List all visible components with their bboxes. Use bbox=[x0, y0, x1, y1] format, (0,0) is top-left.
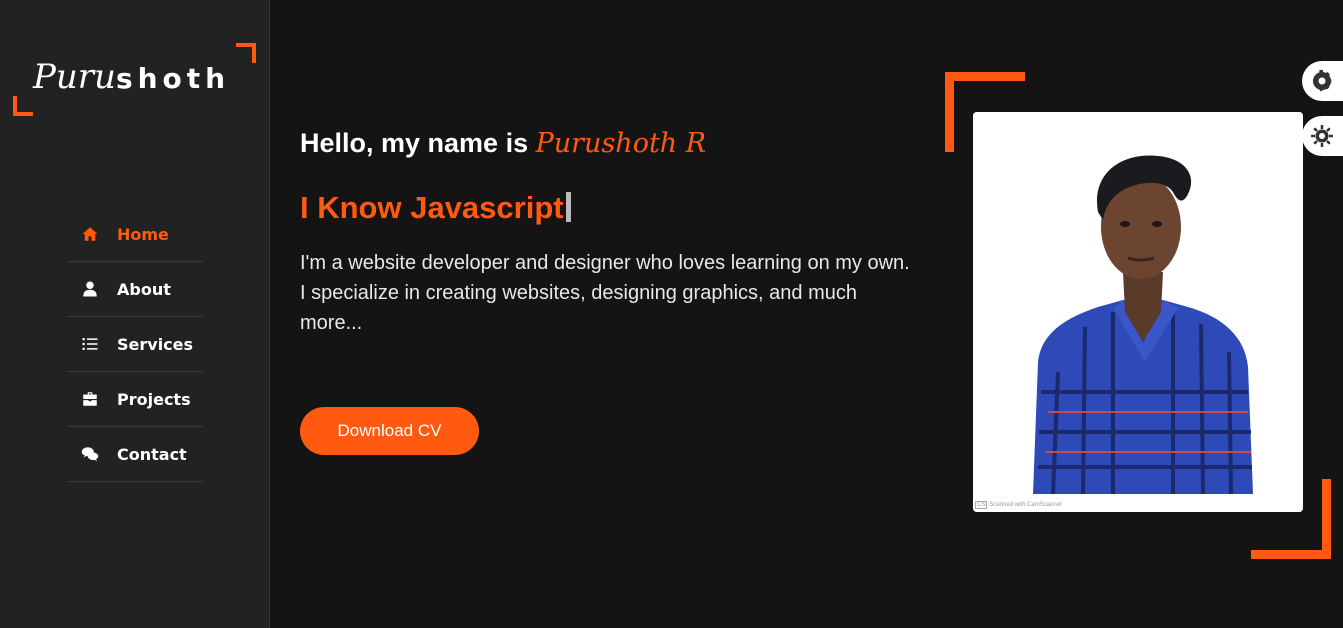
list-icon bbox=[81, 335, 99, 353]
main-nav: Home About Services Projects Contact bbox=[67, 207, 203, 482]
logo-corner-bottom-left bbox=[13, 96, 33, 116]
watermark-text: Scanned with CamScanner bbox=[989, 502, 1063, 508]
nav-item-label: Projects bbox=[117, 389, 191, 409]
nav-item-services[interactable]: Services bbox=[67, 317, 203, 372]
profile-photo: CS Scanned with CamScanner bbox=[973, 112, 1303, 512]
nav-item-label: Home bbox=[117, 224, 169, 244]
hero-headline: I Know Javascript bbox=[300, 190, 571, 226]
comments-icon bbox=[81, 445, 99, 463]
typed-text: I Know Javascript bbox=[300, 190, 564, 225]
gear-icon bbox=[1313, 69, 1332, 92]
briefcase-icon bbox=[81, 390, 99, 408]
hero-name: Purushoth R bbox=[535, 128, 707, 159]
sidebar: Purushoth Home About Services Projects C… bbox=[0, 0, 270, 628]
logo[interactable]: Purushoth bbox=[13, 43, 256, 116]
nav-item-contact[interactable]: Contact bbox=[67, 427, 203, 482]
nav-item-projects[interactable]: Projects bbox=[67, 372, 203, 427]
sun-icon bbox=[1311, 125, 1333, 147]
logo-script-part: Puru bbox=[33, 57, 116, 97]
theme-toggle-button[interactable] bbox=[1302, 116, 1343, 156]
watermark-badge: CS bbox=[975, 501, 988, 509]
typing-cursor bbox=[565, 192, 571, 222]
logo-bold-part: shoth bbox=[115, 62, 231, 95]
nav-item-about[interactable]: About bbox=[67, 262, 203, 317]
hero-greeting: Hello, my name is Purushoth R bbox=[300, 128, 706, 159]
greeting-text: Hello, my name is bbox=[300, 128, 536, 158]
logo-corner-top-right bbox=[236, 43, 256, 63]
download-cv-button[interactable]: Download CV bbox=[300, 407, 479, 455]
nav-item-label: About bbox=[117, 279, 171, 299]
home-icon bbox=[81, 225, 99, 243]
settings-button[interactable] bbox=[1302, 61, 1343, 101]
logo-text: Purushoth bbox=[33, 57, 230, 97]
nav-item-home[interactable]: Home bbox=[67, 207, 203, 262]
user-icon bbox=[81, 280, 99, 298]
nav-item-label: Contact bbox=[117, 444, 187, 464]
hero-bio: I'm a website developer and designer who… bbox=[300, 252, 910, 334]
profile-photo-image bbox=[973, 112, 1303, 512]
nav-item-label: Services bbox=[117, 334, 194, 354]
photo-watermark: CS Scanned with CamScanner bbox=[975, 501, 1062, 509]
